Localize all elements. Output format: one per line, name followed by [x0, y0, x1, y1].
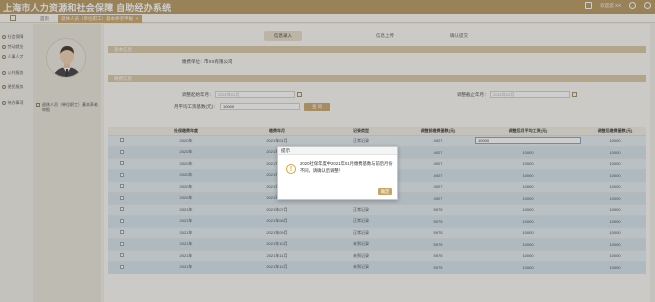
warning-icon: !: [286, 164, 296, 174]
alert-dialog: 提示 ! 2020社保年度中2021年01月缴费基数与前后月份不同，请确认后调整…: [277, 146, 398, 200]
ok-button[interactable]: 确定: [378, 188, 392, 195]
dialog-title: 提示: [278, 147, 397, 155]
dialog-message: 2020社保年度中2021年01月缴费基数与前后月份不同，请确认后调整！: [300, 161, 393, 173]
